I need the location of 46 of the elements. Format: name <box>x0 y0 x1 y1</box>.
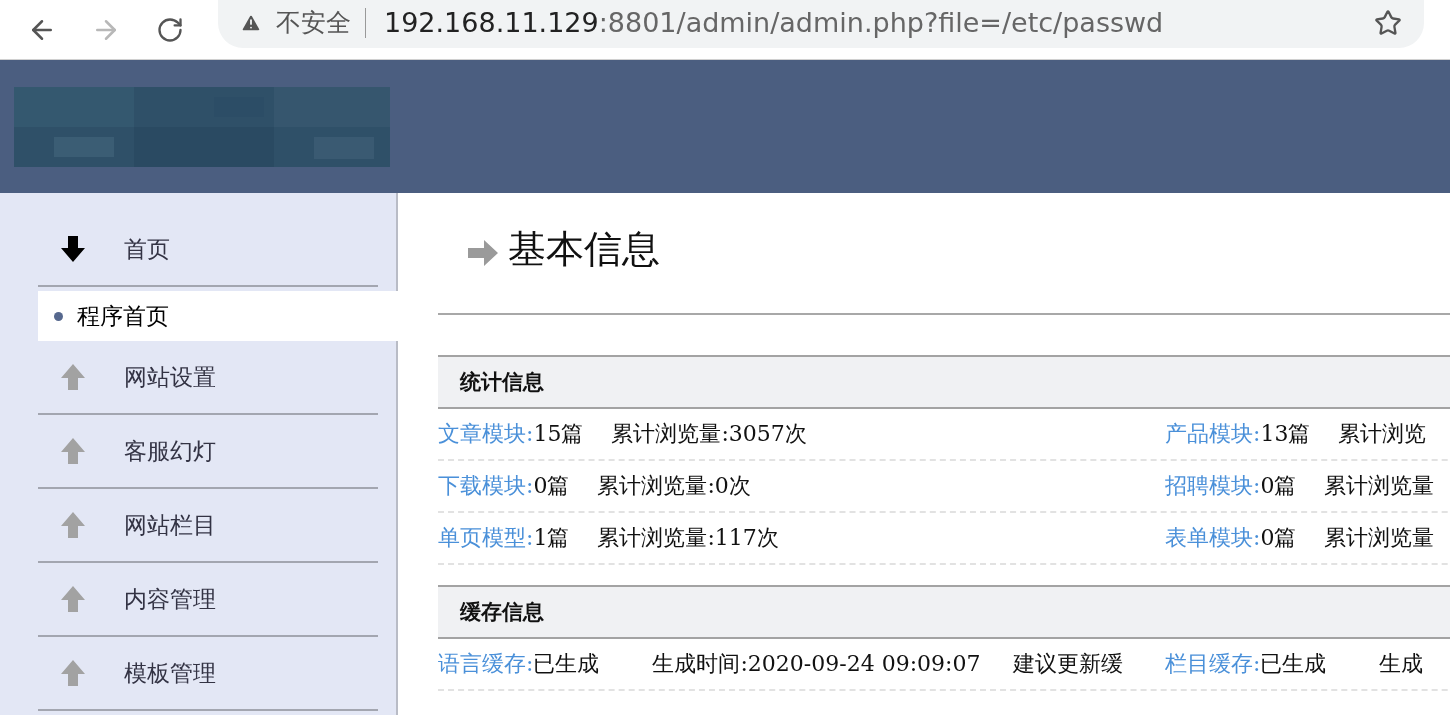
menu-group-label: 模板管理 <box>124 658 216 688</box>
security-label: 不安全 <box>276 7 366 38</box>
info-text: 15篇 <box>533 420 584 448</box>
info-text: 累计浏览量:117次 <box>597 524 779 552</box>
info-text: 13篇 <box>1260 420 1311 448</box>
url-text: 192.168.11.129:8801/admin/admin.php?file=/etc/passwd <box>384 7 1165 38</box>
menu-group-label: 网站设置 <box>124 362 216 392</box>
section-header: 统计信息 <box>438 355 1450 409</box>
up-arrow-icon <box>58 436 88 466</box>
menu-group[interactable]: 网站栏目 <box>38 489 378 563</box>
menu-group[interactable]: 网站设置 <box>38 341 378 415</box>
info-text: 累计浏览量:3057次 <box>611 420 807 448</box>
up-arrow-icon <box>58 658 88 688</box>
address-bar[interactable]: 不安全 192.168.11.129:8801/admin/admin.php?file=/etc/passwd <box>218 0 1424 48</box>
menu-group-label: 客服幻灯 <box>124 436 216 466</box>
right-arrow-icon <box>466 238 500 268</box>
menu-group-label: 首页 <box>124 234 170 264</box>
menu-group[interactable]: 首页 <box>38 213 378 287</box>
info-text: 累计浏览量 <box>1324 524 1435 552</box>
info-text: 0篇 <box>1260 472 1297 500</box>
down-arrow-icon <box>58 234 88 264</box>
info-text: 1篇 <box>533 524 570 552</box>
bookmark-star-icon[interactable] <box>1374 8 1402 37</box>
info-text: 0篇 <box>1260 524 1297 552</box>
menu-group[interactable]: 模板管理 <box>38 637 378 711</box>
section-header: 缓存信息 <box>438 585 1450 639</box>
info-text: 累计浏览量:0次 <box>597 472 751 500</box>
info-text: 生成时间:2020-09-24 09:09:07 <box>652 650 982 678</box>
menu-group-label: 网站栏目 <box>124 510 216 540</box>
bullet-icon <box>54 311 63 321</box>
menu-item-label: 程序首页 <box>77 301 169 331</box>
page-title: 基本信息 <box>508 225 660 273</box>
menu-group[interactable]: 客服幻灯 <box>38 415 378 489</box>
up-arrow-icon <box>58 584 88 614</box>
info-text: 累计浏览 <box>1338 420 1427 448</box>
info-text: 已生成 <box>1260 650 1328 678</box>
reload-icon <box>156 15 184 44</box>
info-text: 建议更新缓 <box>1013 650 1124 678</box>
up-arrow-icon <box>58 362 88 392</box>
info-text: 已生成 <box>533 650 601 678</box>
menu-group[interactable]: 内容管理 <box>38 563 378 637</box>
menu-group-label: 内容管理 <box>124 584 216 614</box>
up-arrow-icon <box>58 510 88 540</box>
info-text: 0篇 <box>533 472 570 500</box>
info-text: 累计浏览量 <box>1324 472 1435 500</box>
info-text: 生成 <box>1379 650 1425 678</box>
